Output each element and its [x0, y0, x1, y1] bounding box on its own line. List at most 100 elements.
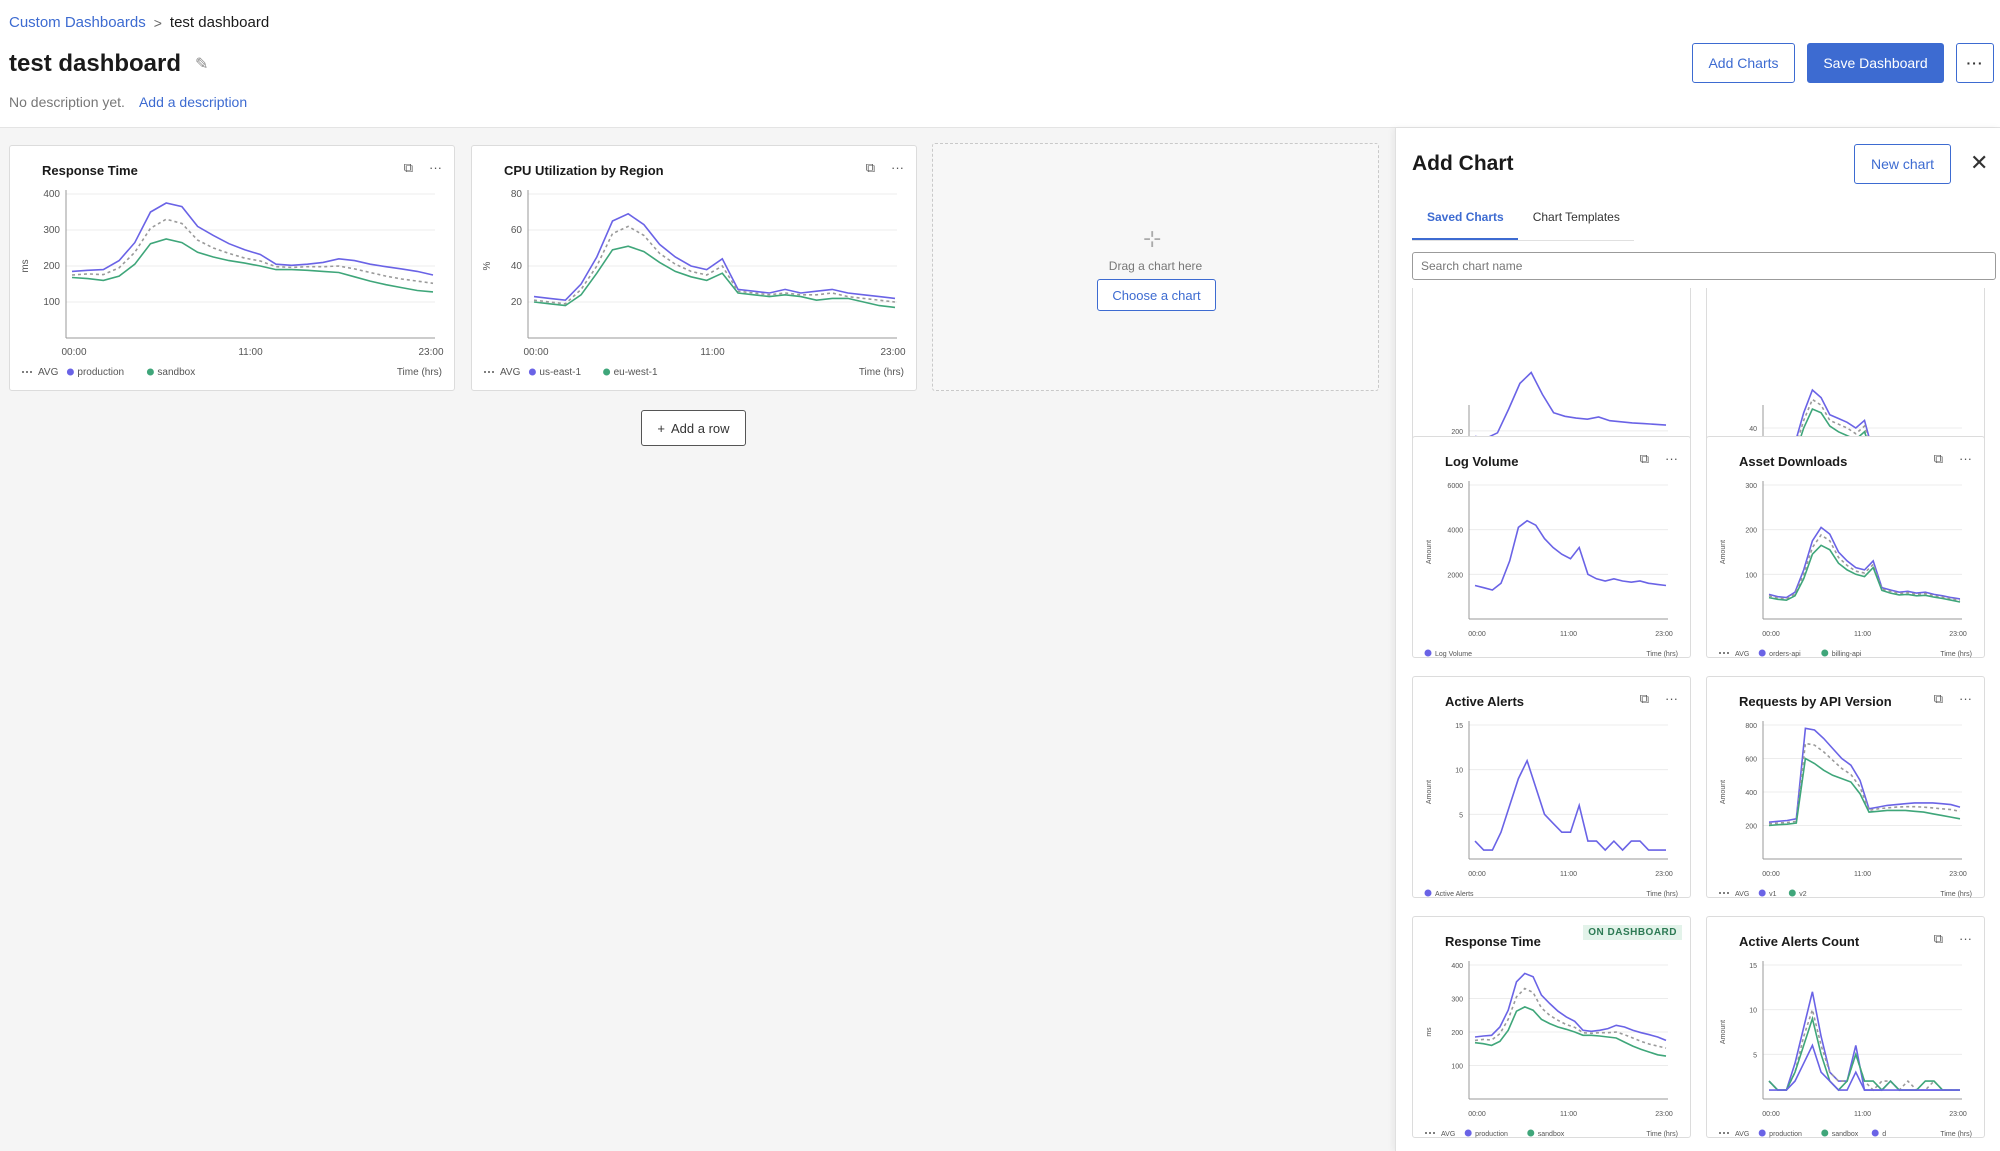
dashboard-chart-cpu-utilization[interactable]: CPU Utilization by Region ⧉ ··· 20 40 60 80%…	[471, 145, 917, 391]
y-tick-label: 20	[511, 297, 523, 308]
legend-marker	[603, 368, 611, 376]
saved-chart-log-volume[interactable]: Log Volume ⧉ ··· 2000 4000 6000 Amount 00:00 1…	[1412, 436, 1691, 658]
legend-marker	[1758, 649, 1766, 657]
x-tick-label: 23:00	[1655, 1111, 1673, 1118]
y-tick-label: 2000	[1447, 572, 1463, 579]
x-tick-label: 00:00	[61, 347, 86, 358]
breadcrumb-custom-dashboards[interactable]: Custom Dashboards	[9, 14, 146, 31]
legend-label: sandbox	[1832, 1131, 1859, 1138]
active-alerts-chart: 5 10 15 Amount 00:00 11:00 23:00 Active Alerts T…	[1424, 721, 1678, 898]
y-tick-label: 10	[1455, 768, 1463, 775]
x-axis-label: Time (hrs)	[859, 367, 904, 378]
legend-marker	[1527, 1129, 1535, 1137]
tab-saved-charts[interactable]: Saved Charts	[1412, 196, 1518, 240]
series-line	[533, 212, 896, 302]
y-axis-label: Amount	[1426, 540, 1433, 564]
y-tick-label: 15	[1455, 723, 1463, 730]
x-axis-label: Time (hrs)	[1646, 651, 1678, 658]
series-line	[1474, 371, 1667, 440]
more-actions-button[interactable]: ···	[1956, 43, 1994, 83]
saved-chart-requests-api[interactable]: Requests by API Version ⧉ ··· 200 400 600 80…	[1706, 676, 1985, 898]
asset-downloads-chart: 100 200 300 Amount 00:00 11:00 23:00 AVG orders-…	[1719, 481, 1972, 658]
x-tick-label: 00:00	[1762, 1111, 1780, 1118]
saved-chart-active-alerts[interactable]: Active Alerts ⧉ ··· 5 10 15 Amount 00:00 11:00…	[1412, 676, 1691, 898]
legend-marker	[1424, 649, 1432, 657]
y-tick-label: 40	[511, 261, 523, 272]
x-tick-label: 11:00	[1560, 631, 1577, 638]
legend-marker	[146, 368, 154, 376]
search-input[interactable]: Search chart name	[1412, 252, 1996, 280]
new-chart-button[interactable]: New chart	[1854, 144, 1951, 184]
legend-marker	[1464, 1129, 1472, 1137]
x-tick-label: 00:00	[1762, 871, 1780, 878]
y-axis-label: Amount	[1720, 780, 1727, 804]
requests-api-chart: 200 400 600 800 Amount 00:00 11:00 23:00 AVG v1 v2…	[1719, 721, 1972, 898]
chart-dropzone[interactable]: ⊹ Drag a chart here Choose a chart	[932, 143, 1379, 391]
saved-chart-active-alerts-count[interactable]: Active Alerts Count ⧉ ··· 5 10 15 Amount 00:0…	[1706, 916, 1985, 1138]
x-axis-label: Time (hrs)	[1646, 1131, 1678, 1138]
legend-label: AVG	[1441, 1131, 1455, 1138]
add-description-link[interactable]: Add a description	[139, 94, 247, 110]
save-dashboard-button[interactable]: Save Dashboard	[1807, 43, 1944, 83]
legend-marker	[1821, 649, 1829, 657]
add-charts-button[interactable]: Add Charts	[1692, 43, 1795, 83]
legend-label: production	[1475, 1131, 1508, 1138]
add-row-button[interactable]: + Add a row	[641, 410, 746, 446]
legend-marker	[1788, 889, 1796, 897]
x-tick-label: 23:00	[1949, 871, 1967, 878]
tab-chart-templates[interactable]: Chart Templates	[1518, 196, 1634, 240]
y-tick-label: 10	[1749, 1008, 1757, 1015]
y-tick-label: 300	[43, 225, 60, 236]
pencil-icon[interactable]: ✎	[195, 54, 208, 74]
y-tick-label: 40	[1749, 426, 1757, 433]
legend-label: production	[1769, 1131, 1802, 1138]
y-tick-label: 60	[511, 225, 523, 236]
page-header: Custom Dashboards > test dashboard test …	[0, 0, 2000, 128]
saved-chart-response-time[interactable]: Response Time ON DASHBOARD 100 200 300 400 m…	[1412, 916, 1691, 1138]
y-tick-label: 15	[1749, 963, 1757, 970]
x-tick-label: 23:00	[1949, 1111, 1967, 1118]
x-tick-label: 23:00	[418, 347, 443, 358]
legend-label: AVG	[1735, 891, 1749, 898]
x-tick-label: 11:00	[1854, 631, 1871, 638]
y-tick-label: 400	[43, 189, 60, 200]
choose-chart-button[interactable]: Choose a chart	[1097, 279, 1216, 311]
y-tick-label: 200	[1451, 429, 1463, 436]
series-line	[71, 218, 434, 285]
active-alerts-count-chart: 5 10 15 Amount 00:00 11:00 23:00 AVG production s…	[1719, 961, 1972, 1138]
response-time-chart: 100 200 300 400 ms 00:00 11:00 23:00 AVG producti…	[20, 189, 444, 378]
series-line	[1474, 758, 1666, 852]
legend-label: Active Alerts	[1435, 891, 1474, 898]
x-axis-label: Time (hrs)	[397, 367, 442, 378]
legend-label: v2	[1799, 891, 1807, 898]
y-axis-label: %	[482, 261, 493, 270]
y-tick-label: 300	[1745, 483, 1757, 490]
legend-label: AVG	[1735, 1131, 1749, 1138]
cpu-utilization-chart: 20 40 60 80% 00:00 11:00 23:00 AVG us-east-1 eu-w…	[482, 189, 906, 378]
panel-tabs: Saved Charts Chart Templates	[1412, 196, 1634, 241]
y-tick-label: 5	[1459, 812, 1463, 819]
page-title: test dashboard	[9, 50, 182, 77]
legend-label: d	[1882, 1131, 1886, 1138]
legend-marker	[1871, 1129, 1879, 1137]
legend-label: AVG	[500, 367, 521, 378]
close-icon[interactable]: ✕	[1970, 150, 1988, 176]
legend-label: AVG	[38, 367, 59, 378]
legend-marker	[1758, 889, 1766, 897]
y-tick-label: 6000	[1447, 483, 1463, 490]
y-tick-label: 200	[1745, 824, 1757, 831]
y-tick-label: 4000	[1447, 528, 1463, 535]
chevron-right-icon: >	[153, 14, 162, 31]
y-tick-label: 300	[1451, 997, 1463, 1004]
x-tick-label: 11:00	[1854, 1111, 1871, 1118]
y-tick-label: 800	[1745, 723, 1757, 730]
legend-marker	[1758, 1129, 1766, 1137]
legend-marker	[1821, 1129, 1829, 1137]
legend-label: Log Volume	[1435, 651, 1472, 658]
dropzone-text: Drag a chart here	[1108, 259, 1203, 273]
legend-label: billing-api	[1832, 651, 1862, 658]
saved-chart-asset-downloads[interactable]: Asset Downloads ⧉ ··· 100 200 300 Amount 00:0…	[1706, 436, 1985, 658]
x-tick-label: 23:00	[880, 347, 905, 358]
dashboard-chart-response-time[interactable]: Response Time ⧉ ··· 100 200 300 400 ms 00:00 11…	[9, 145, 455, 391]
add-chart-icon: ⊹	[1143, 226, 1162, 251]
